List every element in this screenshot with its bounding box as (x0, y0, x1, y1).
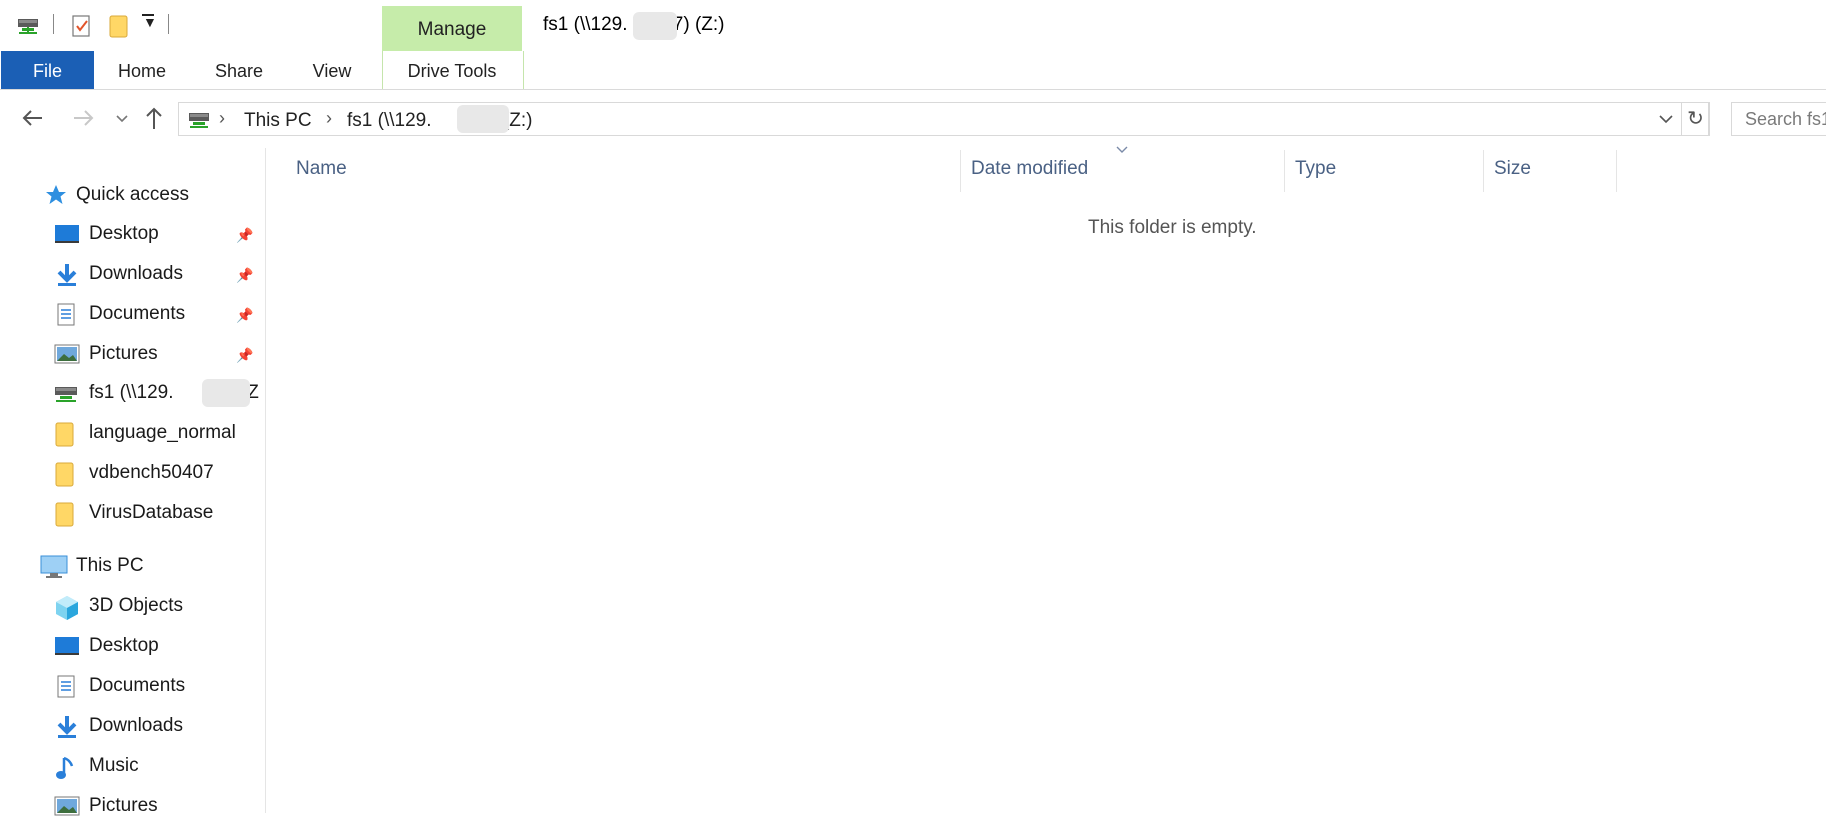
network-drive-icon (54, 382, 78, 404)
redacted-address (202, 379, 250, 407)
computer-icon (40, 555, 68, 578)
music-icon (54, 755, 78, 779)
pin-icon[interactable]: 📌 (236, 299, 253, 331)
toolbar-separator (168, 14, 169, 34)
pictures-icon (54, 343, 80, 365)
folder-icon (54, 502, 78, 527)
tab-share[interactable]: Share (203, 51, 275, 89)
ribbon-tabs: File Home Share View Drive Tools (0, 51, 1826, 90)
empty-folder-message: This folder is empty. (1088, 217, 1257, 238)
nav-label: Desktop (89, 223, 159, 244)
column-header-type[interactable]: Type (1295, 158, 1336, 180)
title-bar: ▼ Manage fs1 (\\129. .7) (Z:) (0, 0, 1826, 51)
folder-icon (54, 462, 78, 487)
desktop-icon (54, 223, 79, 245)
nav-label: 3D Objects (89, 595, 183, 616)
toolbar-separator (53, 14, 54, 34)
nav-label: Documents (89, 303, 186, 324)
nav-item-network-drive[interactable]: fs1 (\\129..7) (Z (54, 377, 262, 409)
folder-icon (54, 422, 78, 447)
pin-icon[interactable]: 📌 (236, 339, 253, 371)
nav-item-downloads[interactable]: Downloads 📌 (54, 258, 259, 290)
tab-home[interactable]: Home (106, 51, 178, 89)
pin-icon[interactable]: 📌 (236, 259, 253, 291)
nav-item-desktop[interactable]: Desktop 📌 (54, 218, 259, 250)
nav-label: Music (89, 755, 139, 776)
breadcrumb-chevron-icon[interactable]: › (326, 108, 332, 129)
sort-chevron-icon (1115, 145, 1129, 155)
breadcrumb-drive-prefix: fs1 (\\129. (347, 110, 432, 131)
nav-item-documents[interactable]: Documents 📌 (54, 298, 259, 330)
documents-icon (54, 303, 78, 326)
nav-label: Pictures (89, 343, 158, 364)
column-header-size[interactable]: Size (1494, 158, 1531, 180)
downloads-icon (54, 715, 78, 738)
desktop-icon (54, 635, 79, 657)
nav-label: Pictures (89, 795, 158, 816)
new-folder-icon[interactable] (108, 14, 130, 38)
recent-locations-button[interactable] (114, 103, 130, 133)
window-title-prefix: fs1 (\\129. (543, 14, 628, 35)
properties-icon[interactable] (71, 14, 93, 37)
back-button[interactable] (20, 103, 46, 133)
tab-file[interactable]: File (1, 51, 94, 89)
navigation-pane: Quick access Desktop 📌 Downloads 📌 Docum… (0, 148, 266, 816)
downloads-icon (54, 263, 78, 286)
redacted-address (457, 105, 509, 133)
up-button[interactable] (142, 103, 166, 133)
column-divider[interactable] (1284, 150, 1285, 192)
nav-label: vdbench50407 (89, 462, 214, 483)
nav-label: Downloads (89, 263, 183, 284)
network-drive-icon[interactable] (16, 14, 38, 36)
customize-toolbar-bar (142, 14, 154, 16)
address-bar[interactable]: › This PC › fs1 (\\129..7) (Z:) (178, 102, 1709, 136)
star-icon (44, 184, 68, 206)
breadcrumb-chevron-icon[interactable]: › (219, 108, 225, 129)
3d-objects-icon (54, 595, 78, 620)
tab-drive-tools[interactable]: Drive Tools (382, 51, 522, 89)
documents-icon (54, 675, 78, 698)
pin-icon[interactable]: 📌 (236, 219, 253, 251)
column-divider[interactable] (1483, 150, 1484, 192)
customize-toolbar-icon[interactable]: ▼ (143, 14, 157, 30)
address-dropdown-icon[interactable] (1657, 108, 1675, 130)
column-header-date-modified[interactable]: Date modified (971, 158, 1088, 180)
network-drive-icon (187, 109, 211, 131)
column-divider[interactable] (960, 150, 961, 192)
nav-label: VirusDatabase (89, 502, 214, 523)
column-divider[interactable] (1616, 150, 1617, 192)
nav-label: language_normal (89, 422, 236, 443)
nav-label: Desktop (89, 635, 159, 656)
search-input[interactable]: Search fs1 (1731, 102, 1826, 136)
forward-button[interactable] (70, 103, 96, 133)
nav-label: This PC (76, 555, 144, 576)
nav-label: Documents (89, 675, 186, 696)
pictures-icon (54, 795, 80, 817)
column-header-name[interactable]: Name (296, 158, 347, 180)
breadcrumb-this-pc[interactable]: This PC (244, 110, 312, 132)
nav-label-prefix: fs1 (\\129. (89, 382, 174, 403)
nav-item-pictures[interactable]: Pictures 📌 (54, 338, 259, 370)
nav-label: Downloads (89, 715, 183, 736)
tab-view[interactable]: View (296, 51, 368, 89)
refresh-button[interactable]: ↻ (1681, 102, 1710, 136)
redacted-address (633, 12, 677, 40)
nav-label: Quick access (76, 184, 189, 205)
manage-tab-header[interactable]: Manage (382, 6, 522, 51)
